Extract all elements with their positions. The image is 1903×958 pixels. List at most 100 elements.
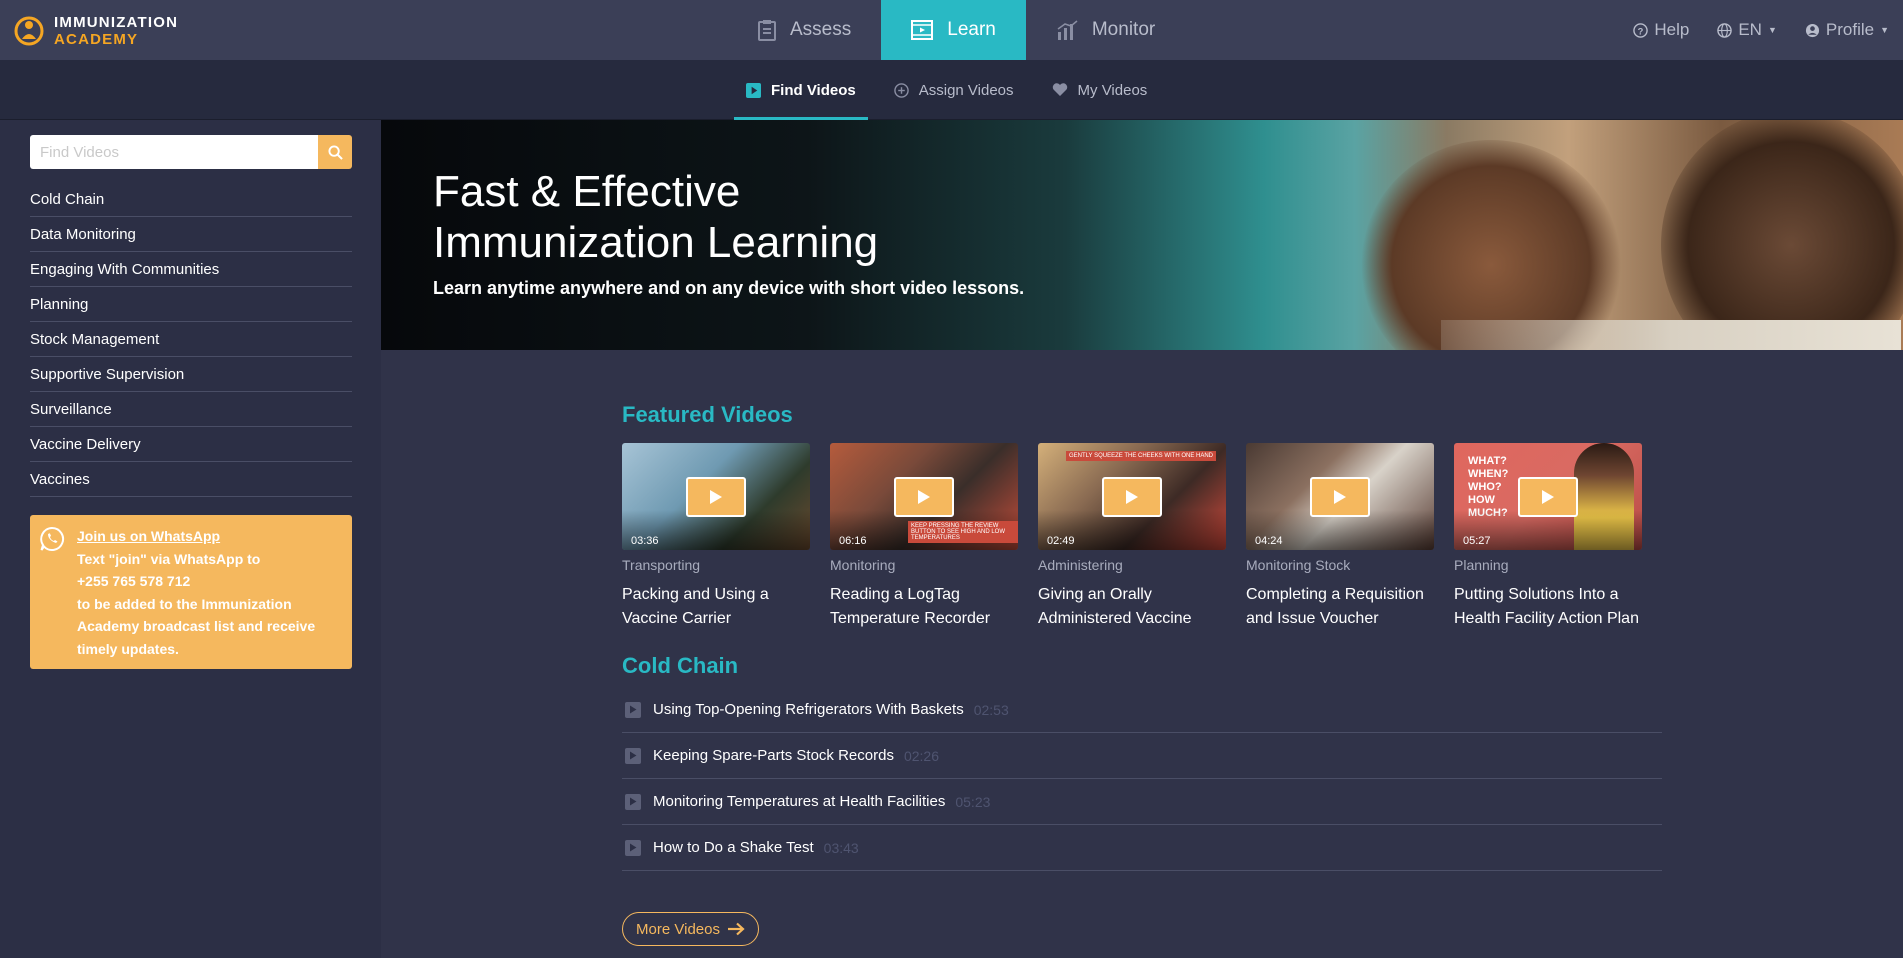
logo-line1: IMMUNIZATION [54,14,179,31]
language-selector[interactable]: EN ▼ [1717,20,1777,40]
category-stock-management[interactable]: Stock Management [30,322,352,357]
logo-mark-icon [14,15,44,47]
right-nav: ? Help EN ▼ Profile ▼ [1605,0,1889,60]
nav-learn[interactable]: Learn [881,0,1026,60]
list-item[interactable]: Monitoring Temperatures at Health Facili… [622,779,1662,825]
cold-chain-heading: Cold Chain [622,653,739,678]
search-button[interactable] [318,135,352,169]
chevron-down-icon: ▼ [1880,25,1889,35]
sub-navbar: Find Videos Assign Videos My Videos [0,60,1903,120]
question-circle-icon: ? [1633,22,1649,38]
category-surveillance[interactable]: Surveillance [30,392,352,427]
play-button[interactable] [686,477,746,517]
hero-title-line1: Fast & Effective [433,167,741,216]
thumbnail-caption: GENTLY SQUEEZE THE CHEEKS WITH ONE HAND [1065,451,1216,461]
video-title[interactable]: Using Top-Opening Refrigerators With Bas… [653,701,964,718]
video-category: Administering [1038,557,1123,573]
category-engaging-with-communities[interactable]: Engaging With Communities [30,252,352,287]
video-card[interactable]: KEEP PRESSING THE REVIEW BUTTON TO SEE H… [830,443,1018,631]
video-thumbnail[interactable]: GENTLY SQUEEZE THE CHEEKS WITH ONE HAND … [1038,443,1226,550]
nav-monitor-label: Monitor [1091,19,1156,40]
video-duration: 06:16 [839,535,867,547]
video-title[interactable]: Completing a Requisition and Issue Vouch… [1246,583,1434,631]
video-duration: 03:36 [631,535,659,547]
video-title[interactable]: Giving an Orally Administered Vaccine [1038,583,1226,631]
nav-monitor[interactable]: Monitor [1026,0,1185,60]
hero-photo-woman [1661,120,1903,350]
category-planning[interactable]: Planning [30,287,352,322]
list-item[interactable]: How to Do a Shake Test 03:43 [622,825,1662,871]
category-data-monitoring[interactable]: Data Monitoring [30,217,352,252]
nav-assess[interactable]: Assess [728,0,881,60]
profile-label: Profile [1825,20,1875,39]
video-category: Monitoring Stock [1246,557,1351,573]
help-label: Help [1654,20,1690,39]
video-title[interactable]: Putting Solutions Into a Health Facility… [1454,583,1642,631]
video-card[interactable]: 03:36 Transporting Packing and Using a V… [622,443,810,631]
search-icon [327,144,343,160]
chevron-down-icon: ▼ [1767,25,1777,35]
list-item[interactable]: Keeping Spare-Parts Stock Records 02:26 [622,733,1662,779]
search-input[interactable] [30,135,318,169]
tab-find-videos[interactable]: Find Videos [734,60,868,120]
play-icon [1334,490,1346,504]
logo-line2: ACADEMY [54,31,139,48]
video-card[interactable]: 04:24 Monitoring Stock Completing a Requ… [1246,443,1434,631]
hero-title-line2: Immunization Learning [433,218,879,267]
arrow-right-icon [727,922,745,936]
play-icon [710,490,722,504]
video-thumbnail[interactable]: 04:24 [1246,443,1434,550]
top-navbar: IMMUNIZATION ACADEMY Assess Learn Monito… [0,0,1903,60]
video-thumbnail[interactable]: WHAT? WHEN? WHO? HOW MUCH? 05:27 [1454,443,1642,550]
nav-learn-label: Learn [947,19,996,40]
main-nav: Assess Learn Monitor [728,0,1185,60]
tab-my-videos-label: My Videos [1077,81,1148,99]
category-vaccines[interactable]: Vaccines [30,462,352,497]
video-title[interactable]: How to Do a Shake Test [653,839,814,856]
video-title[interactable]: Monitoring Temperatures at Health Facili… [653,793,945,810]
hero-subtitle: Learn anytime anywhere and on any device… [433,278,1025,298]
whatsapp-join-link[interactable]: Join us on WhatsApp [77,525,342,548]
video-card[interactable]: GENTLY SQUEEZE THE CHEEKS WITH ONE HAND … [1038,443,1226,631]
play-icon [1126,490,1138,504]
nav-assess-label: Assess [790,19,852,40]
video-duration: 02:53 [973,701,1009,718]
profile-menu[interactable]: Profile ▼ [1805,20,1889,40]
video-thumbnail[interactable]: 03:36 [622,443,810,550]
user-circle-icon [1805,23,1819,37]
whatsapp-line1: Text "join" via WhatsApp to [77,550,261,567]
play-button[interactable] [1102,477,1162,517]
search-bar [30,135,352,169]
help-link[interactable]: ? Help [1633,20,1689,40]
category-vaccine-delivery[interactable]: Vaccine Delivery [30,427,352,462]
list-item[interactable]: Using Top-Opening Refrigerators With Bas… [622,687,1662,733]
video-category: Transporting [622,557,701,573]
play-button[interactable] [894,477,954,517]
play-button[interactable] [1310,477,1370,517]
logo-text: IMMUNIZATION ACADEMY [54,14,178,48]
video-duration: 02:49 [1047,535,1075,547]
whatsapp-phone: +255 765 578 712 [77,573,191,589]
clipboard-icon [758,19,776,41]
category-cold-chain[interactable]: Cold Chain [30,182,352,217]
video-duration: 05:27 [1463,535,1491,547]
video-title[interactable]: Keeping Spare-Parts Stock Records [653,747,894,764]
video-card[interactable]: WHAT? WHEN? WHO? HOW MUCH? 05:27 Plannin… [1454,443,1642,631]
video-thumbnail[interactable]: KEEP PRESSING THE REVIEW BUTTON TO SEE H… [830,443,1018,550]
whatsapp-line3: to be added to the Immunization Academy … [77,595,316,657]
play-icon [1542,490,1554,504]
tab-assign-videos[interactable]: Assign Videos [882,60,1026,120]
video-title[interactable]: Packing and Using a Vaccine Carrier [622,583,810,631]
tab-my-videos[interactable]: My Videos [1040,60,1160,120]
video-duration: 04:24 [1255,535,1283,547]
play-icon [625,747,641,764]
video-category: Planning [1454,557,1509,573]
play-button[interactable] [1518,477,1578,517]
language-label: EN [1738,20,1762,39]
logo[interactable]: IMMUNIZATION ACADEMY [14,12,178,50]
main-content: Fast & Effective Immunization Learning L… [381,120,1903,958]
more-videos-button[interactable]: More Videos [622,912,759,946]
video-title[interactable]: Reading a LogTag Temperature Recorder [830,583,1018,631]
category-supportive-supervision[interactable]: Supportive Supervision [30,357,352,392]
globe-icon [1717,22,1733,38]
